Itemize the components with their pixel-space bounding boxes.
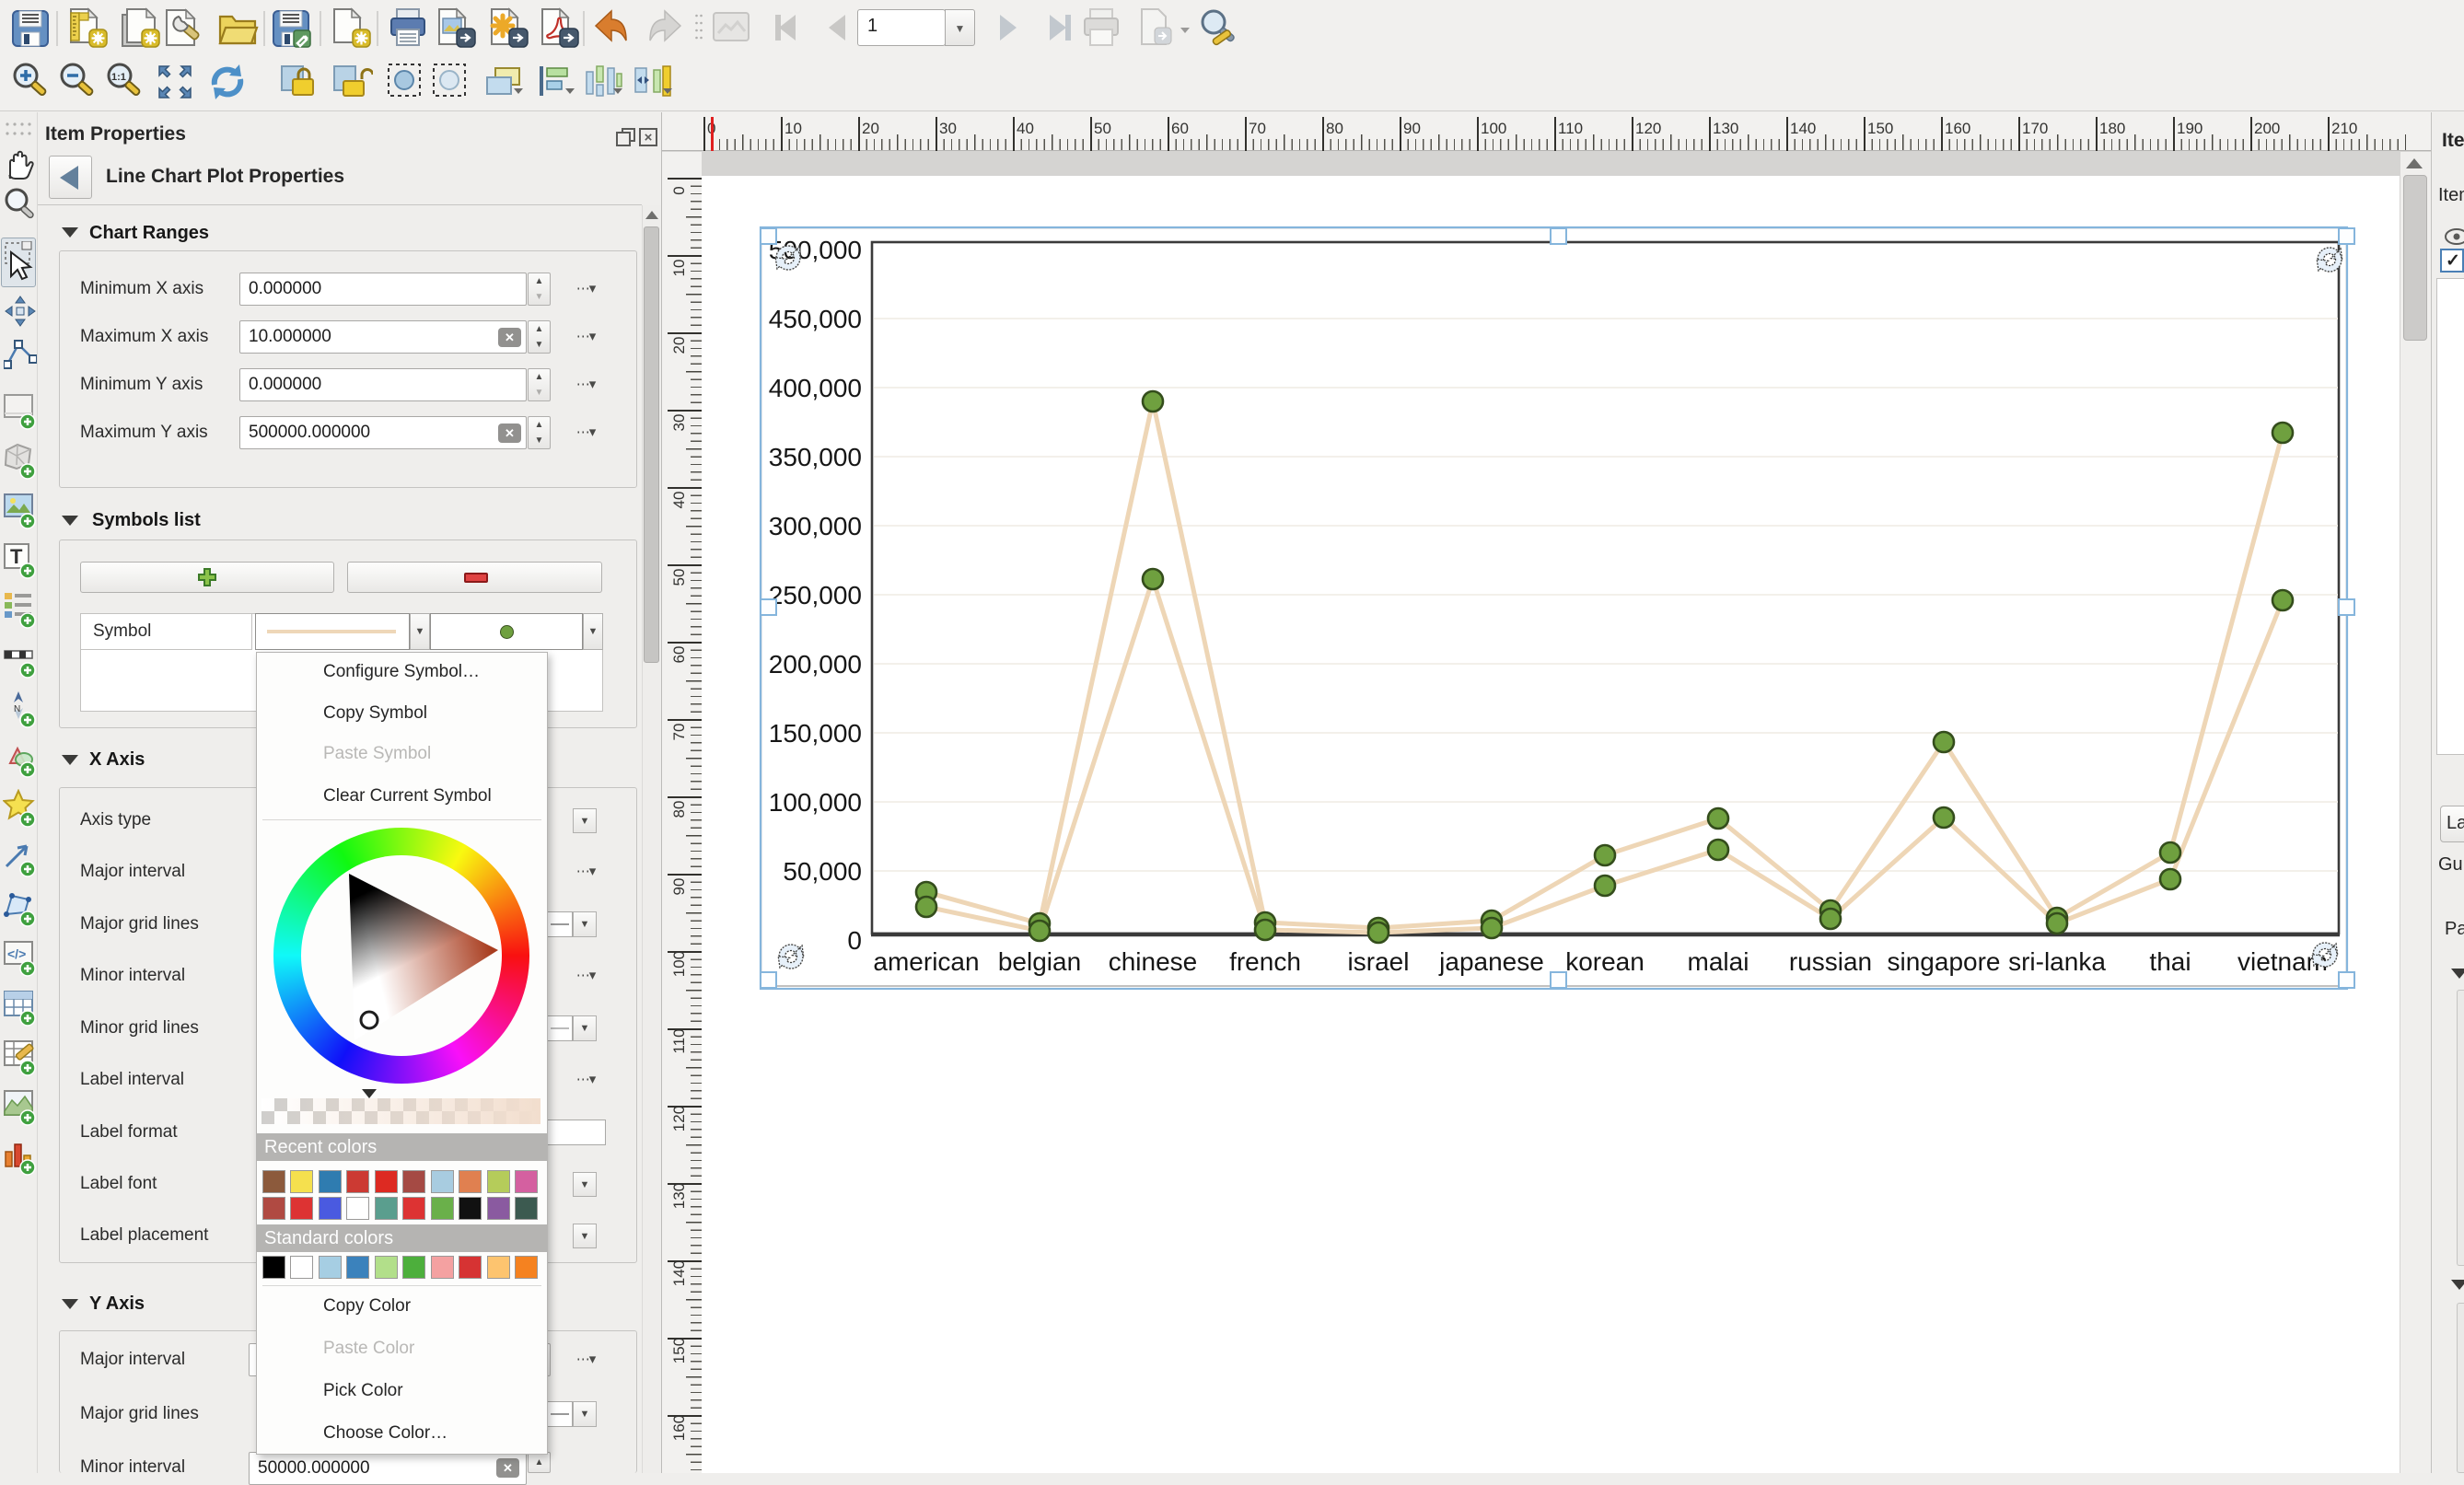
svg-text:american: american (873, 947, 979, 976)
svg-text:thai: thai (2149, 947, 2191, 976)
svg-text:200,000: 200,000 (769, 650, 862, 679)
svg-text:singapore: singapore (1888, 947, 2001, 976)
svg-text:sri-lanka: sri-lanka (2008, 947, 2106, 976)
svg-text:malai: malai (1688, 947, 1749, 976)
svg-text:0: 0 (847, 926, 862, 955)
svg-text:russian: russian (1789, 947, 1872, 976)
svg-text:300,000: 300,000 (769, 512, 862, 540)
svg-text:450,000: 450,000 (769, 305, 862, 333)
svg-text:T: T (10, 545, 23, 568)
svg-text:japanese: japanese (1438, 947, 1544, 976)
svg-text:israel: israel (1348, 947, 1410, 976)
svg-text:400,000: 400,000 (769, 374, 862, 402)
svg-text:korean: korean (1565, 947, 1645, 976)
svg-text:french: french (1229, 947, 1301, 976)
svg-text:</>: </> (7, 946, 26, 961)
svg-text:150,000: 150,000 (769, 719, 862, 748)
svg-text:50,000: 50,000 (783, 857, 862, 886)
svg-text:250,000: 250,000 (769, 581, 862, 609)
svg-text:100,000: 100,000 (769, 788, 862, 817)
svg-text:chinese: chinese (1109, 947, 1198, 976)
svg-text:350,000: 350,000 (769, 443, 862, 471)
svg-text:belgian: belgian (998, 947, 1081, 976)
svg-text:N: N (14, 704, 20, 714)
